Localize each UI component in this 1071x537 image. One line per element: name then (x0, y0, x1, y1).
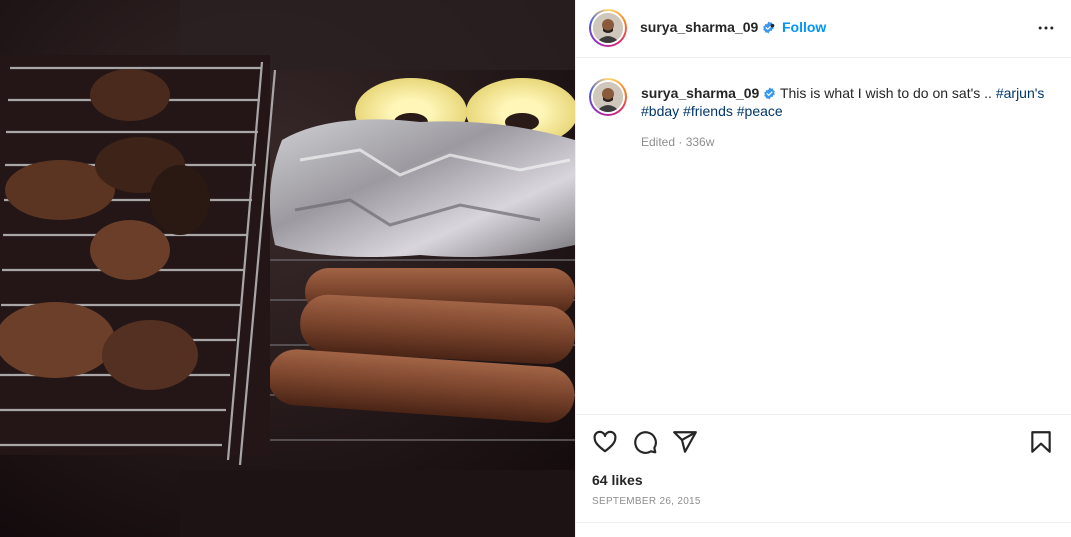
profile-avatar[interactable] (589, 9, 627, 47)
username-link[interactable]: surya_sharma_09 (640, 19, 775, 35)
post-date: September 26, 2015 (592, 496, 701, 507)
divider (576, 522, 1071, 523)
bookmark-icon[interactable] (1028, 429, 1054, 455)
caption-text: surya_sharma_09 This is what I wish to d… (641, 84, 1061, 120)
comment-icon[interactable] (632, 429, 658, 455)
separator-dot: • (770, 17, 775, 33)
likes-count[interactable]: 64 likes (592, 472, 643, 488)
hashtag-link[interactable]: #friends (683, 103, 733, 119)
share-icon[interactable] (672, 429, 698, 455)
avatar-image (593, 82, 623, 112)
hashtag-link[interactable]: #bday (641, 103, 679, 119)
hashtag-link[interactable]: #arjun's (996, 85, 1045, 101)
verified-badge-icon (764, 87, 776, 100)
hashtag-link[interactable]: #peace (737, 103, 783, 119)
action-bar: 64 likes September 26, 2015 (576, 414, 1071, 537)
caption-avatar[interactable] (589, 78, 627, 116)
instagram-post: surya_sharma_09 • Follow surya_sharma_09… (0, 0, 1071, 537)
post-photo[interactable] (0, 0, 575, 537)
more-options-icon[interactable] (1036, 18, 1056, 38)
grill-food-photo (0, 0, 575, 537)
avatar-image (593, 13, 623, 43)
follow-button[interactable]: Follow (782, 19, 826, 35)
heart-icon[interactable] (592, 429, 618, 455)
post-details-panel: surya_sharma_09 • Follow surya_sharma_09… (575, 0, 1071, 537)
edited-timestamp: Edited · 336w (641, 135, 715, 149)
post-header: surya_sharma_09 • Follow (576, 0, 1071, 58)
caption-username-link[interactable]: surya_sharma_09 (641, 85, 776, 101)
caption-body: This is what I wish to do on sat's .. (779, 85, 996, 101)
